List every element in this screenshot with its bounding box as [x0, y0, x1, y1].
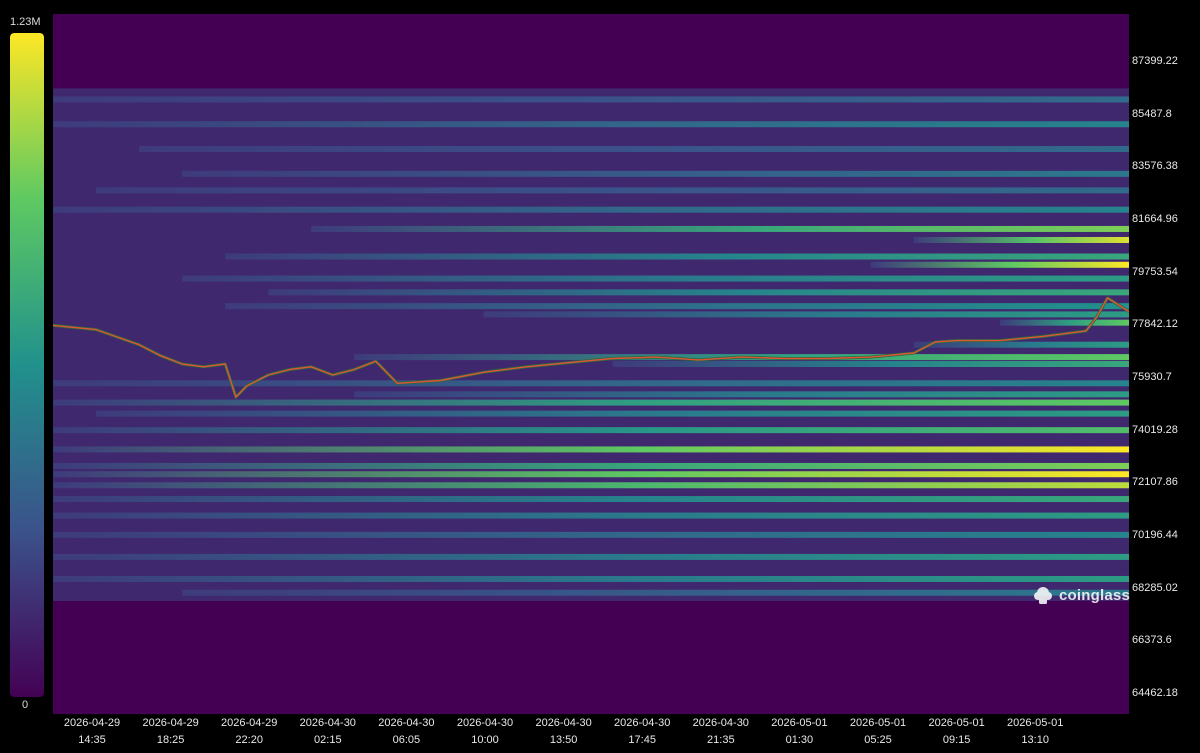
x-tick-time: 06:05 — [392, 734, 421, 746]
x-tick-date: 2026-04-30 — [614, 717, 671, 729]
x-tick-date: 2026-04-30 — [692, 717, 749, 729]
liquidity-band — [53, 399, 1129, 406]
x-tick-date: 2026-04-29 — [63, 717, 121, 729]
x-tick-date: 2026-05-01 — [849, 717, 907, 729]
x-tick-label: 2026-05-01 13:10 — [990, 715, 1080, 749]
liquidity-band — [53, 96, 1129, 103]
liquidity-band — [268, 289, 1129, 296]
x-tick-date: 2026-04-29 — [142, 717, 199, 729]
x-tick-time: 21:35 — [707, 734, 735, 746]
x-tick-label: 2026-05-01 01:30 — [754, 715, 844, 749]
y-tick-label: 77842.12 — [1132, 318, 1178, 331]
coinglass-logo-icon — [1034, 587, 1052, 604]
x-tick-label: 2026-04-30 17:45 — [597, 715, 687, 749]
y-tick-label: 85487.8 — [1132, 107, 1172, 120]
x-tick-time: 01:30 — [785, 734, 814, 746]
liquidity-band — [483, 311, 1129, 318]
x-tick-date: 2026-04-30 — [378, 717, 435, 729]
coinglass-watermark: coinglass — [1032, 584, 1130, 606]
x-tick-label: 2026-04-29 18:25 — [126, 715, 216, 749]
liquidity-band — [999, 319, 1129, 326]
liquidity-band — [53, 446, 1129, 453]
liquidity-band — [182, 170, 1129, 177]
x-tick-date: 2026-05-01 — [928, 717, 985, 729]
liquidity-band — [53, 482, 1129, 489]
y-tick-label: 81664.96 — [1132, 212, 1178, 225]
x-tick-date: 2026-05-01 — [1007, 717, 1064, 729]
liquidity-band — [182, 275, 1129, 282]
x-tick-time: 17:45 — [628, 734, 656, 746]
x-tick-time: 02:15 — [314, 734, 342, 746]
x-tick-label: 2026-04-30 10:00 — [440, 715, 530, 749]
liquidity-band — [53, 496, 1129, 503]
liquidity-band — [96, 410, 1129, 417]
liquidity-band — [96, 187, 1129, 194]
x-tick-time: 13:50 — [549, 734, 578, 746]
liquidity-band — [870, 261, 1129, 268]
time-axis: 2026-04-29 14:35 2026-04-29 18:25 2026-04-29… — [53, 714, 1129, 753]
colorbar — [10, 33, 44, 697]
liquidity-band — [53, 462, 1129, 469]
liquidity-band — [53, 121, 1129, 128]
x-tick-label: 2026-04-29 14:35 — [47, 715, 137, 749]
x-tick-label: 2026-05-01 05:25 — [833, 715, 923, 749]
liquidity-band — [53, 553, 1129, 560]
y-tick-label: 68285.02 — [1132, 581, 1178, 594]
x-tick-time: 22:20 — [235, 734, 263, 746]
liquidity-band — [53, 531, 1129, 538]
liquidity-band — [53, 575, 1129, 582]
price-axis: 87399.22 85487.8 83576.38 81664.96 79753.54 7… — [1132, 0, 1200, 753]
x-tick-date: 2026-05-01 — [771, 717, 828, 729]
x-tick-date: 2026-04-30 — [299, 717, 356, 729]
liquidity-band — [53, 380, 1129, 387]
x-tick-label: 2026-04-29 22:20 — [204, 715, 294, 749]
liquidity-band — [139, 146, 1129, 153]
x-tick-date: 2026-04-30 — [456, 717, 514, 729]
y-tick-label: 79753.54 — [1132, 265, 1178, 278]
liquidity-band — [53, 471, 1129, 478]
x-tick-label: 2026-04-30 02:15 — [283, 715, 373, 749]
liquidity-band — [53, 427, 1129, 434]
x-tick-date: 2026-04-30 — [535, 717, 592, 729]
y-tick-label: 70196.44 — [1132, 528, 1178, 541]
x-tick-date: 2026-04-29 — [221, 717, 278, 729]
liquidity-band — [182, 589, 1129, 596]
liquidity-band — [225, 303, 1129, 310]
x-tick-time: 14:35 — [78, 734, 106, 746]
x-tick-time: 09:15 — [942, 734, 971, 746]
y-tick-label: 83576.38 — [1132, 160, 1178, 173]
liquidity-band — [311, 225, 1129, 232]
liquidation-heatmap[interactable] — [53, 14, 1129, 714]
heatmap-plot[interactable] — [53, 14, 1129, 714]
y-tick-label: 87399.22 — [1132, 54, 1178, 67]
y-tick-label: 72107.86 — [1132, 476, 1178, 489]
y-tick-label: 74019.28 — [1132, 423, 1178, 436]
liquidity-band — [53, 206, 1129, 213]
x-tick-time: 18:25 — [156, 734, 185, 746]
x-tick-label: 2026-04-30 06:05 — [361, 715, 451, 749]
y-tick-label: 66373.6 — [1132, 634, 1172, 647]
liquidity-band — [913, 236, 1129, 243]
y-tick-label: 64462.18 — [1132, 686, 1178, 699]
liquidity-band — [354, 391, 1129, 398]
x-tick-label: 2026-04-30 13:50 — [519, 715, 609, 749]
y-tick-label: 75930.7 — [1132, 370, 1172, 383]
x-tick-label: 2026-05-01 09:15 — [912, 715, 1002, 749]
x-tick-time: 13:10 — [1021, 734, 1049, 746]
watermark-text: coinglass — [1059, 586, 1130, 604]
colorbar-gradient — [10, 33, 44, 697]
x-tick-time: 05:25 — [864, 734, 892, 746]
liquidity-band — [612, 361, 1129, 367]
liquidity-band — [225, 253, 1129, 260]
x-tick-time: 10:00 — [471, 734, 499, 746]
liquidity-band — [53, 512, 1129, 519]
x-tick-label: 2026-04-30 21:35 — [676, 715, 766, 749]
